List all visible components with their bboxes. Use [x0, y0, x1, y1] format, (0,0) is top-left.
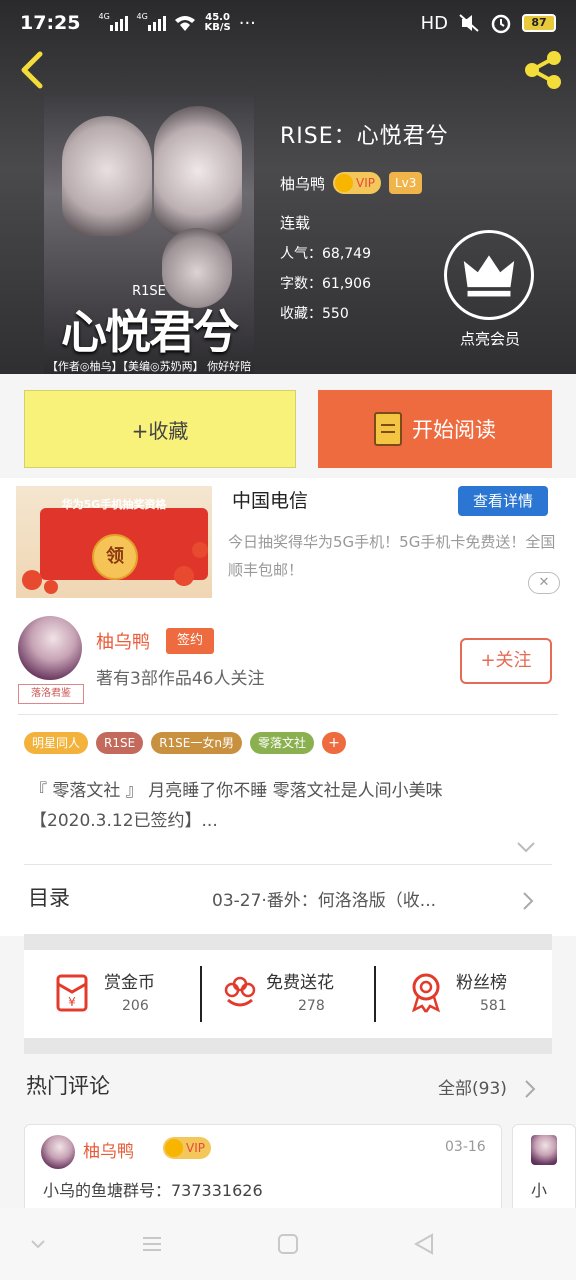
stat-label: 赏金币	[104, 973, 155, 993]
book-author[interactable]: 柚乌鸭	[280, 173, 325, 194]
author-name[interactable]: 柚乌鸭	[96, 628, 150, 654]
book-favorites: 收藏：550	[280, 306, 349, 322]
stat-reward-coins[interactable]: ¥ 赏金币 206	[50, 964, 200, 1024]
ad-image-text: 华为5G手机抽奖资格	[61, 498, 167, 511]
book-cover[interactable]: R1SE 心悦君兮 【作者◎柚乌】【美编◎苏奶两】 你好好陪她，我四海为家	[44, 96, 254, 374]
system-nav-bar	[0, 1208, 576, 1280]
mute-icon	[459, 14, 479, 32]
level-badge: Lv3	[389, 172, 423, 194]
member-crown-button[interactable]	[444, 230, 534, 320]
book-popularity: 人气：68,749	[280, 246, 371, 262]
tag-list: 明星同人 R1SE R1SE一女n男 零落文社 +	[24, 732, 346, 754]
tag-item[interactable]: R1SE一女n男	[151, 732, 242, 754]
book-header: 17:25 4G 4G 45.0 KB/S ··· HD 87 R1SE 心悦君兮…	[0, 0, 576, 374]
avatar-tag: 落洛君鉴	[18, 684, 84, 704]
flower-decoration	[22, 570, 42, 590]
status-bar: 17:25 4G 4G 45.0 KB/S ··· HD 87	[0, 0, 576, 46]
stat-label: 免费送花	[266, 973, 334, 993]
author-section: 落洛君鉴 柚乌鸭 签约 著有3部作品46人关注 +关注 明星同人 R1SE R1…	[0, 606, 576, 936]
ad-detail-button[interactable]: 查看详情	[458, 486, 548, 516]
alarm-icon	[491, 14, 511, 34]
ad-close-button[interactable]: ✕	[528, 572, 560, 594]
crown-icon	[165, 1139, 183, 1157]
more-status-icon: ···	[238, 12, 256, 34]
signal-icon-2: 4G	[136, 12, 167, 31]
flower-decoration	[192, 542, 208, 558]
flower-decoration	[174, 566, 194, 586]
stat-value: 206	[122, 998, 149, 1014]
divider	[374, 966, 376, 1022]
flower-decoration	[44, 580, 58, 594]
all-comments-link[interactable]: 全部(93)	[438, 1074, 507, 1099]
ad-image[interactable]: 华为5G手机抽奖资格 领	[16, 486, 212, 598]
chevron-right-icon[interactable]	[522, 1078, 538, 1100]
commenter-avatar[interactable]	[41, 1135, 75, 1169]
follow-button[interactable]: +关注	[460, 638, 552, 684]
divider	[200, 966, 202, 1022]
ad-description: 今日抽奖得华为5G手机！5G手机卡免费送！全国顺丰包邮！	[228, 533, 556, 579]
battery-indicator: 87	[522, 14, 556, 32]
home-icon[interactable]	[274, 1230, 302, 1258]
vip-badge: VIP	[163, 1137, 211, 1159]
more-tags-button[interactable]: +	[321, 732, 346, 754]
chevron-down-icon[interactable]	[516, 840, 536, 854]
stats-row: ¥ 赏金币 206 免费送花 278 粉丝榜 581	[24, 950, 552, 1038]
divider	[18, 714, 558, 715]
book-word-count: 字数：61,906	[280, 276, 371, 292]
crown-icon	[335, 174, 354, 192]
toc-label[interactable]: 目录	[28, 882, 70, 912]
comment-text-peek: 小	[531, 1181, 548, 1200]
favorite-button[interactable]: +收藏	[24, 390, 296, 468]
start-reading-button[interactable]: 开始阅读	[318, 390, 552, 468]
back-button[interactable]	[14, 48, 50, 92]
comments-title: 热门评论	[26, 1074, 110, 1098]
chevron-down-icon[interactable]	[24, 1230, 52, 1258]
back-icon[interactable]	[410, 1230, 438, 1258]
section-gap	[24, 934, 552, 950]
tag-item[interactable]: R1SE	[96, 732, 144, 754]
commenter-avatar	[531, 1135, 557, 1165]
book-icon	[374, 412, 402, 446]
red-envelope-icon: ¥	[56, 974, 88, 1012]
author-avatar[interactable]	[18, 616, 82, 680]
book-status: 连载	[280, 214, 311, 232]
tag-item[interactable]: 明星同人	[24, 732, 89, 754]
comment-text: 小乌的鱼塘群号：737331626	[43, 1181, 263, 1200]
book-title: RISE：心悦君兮	[280, 124, 449, 149]
comment-date: 03-16	[445, 1139, 486, 1155]
ad-coin: 领	[92, 534, 138, 580]
signal-icon: 4G	[98, 12, 129, 31]
flower-icon	[224, 976, 256, 1007]
section-gap	[24, 1038, 552, 1054]
cover-caption: 【作者◎柚乌】【美编◎苏奶两】 你好好陪她，我四海为家	[46, 360, 252, 373]
vip-badge: VIP	[333, 172, 381, 194]
member-label[interactable]: 点亮会员	[440, 328, 540, 349]
stat-fan-ranking[interactable]: 粉丝榜 581	[404, 964, 544, 1024]
share-button[interactable]	[520, 48, 568, 92]
stat-value: 581	[480, 998, 507, 1014]
chevron-right-icon[interactable]	[520, 890, 536, 912]
status-time: 17:25	[20, 12, 81, 34]
ad-brand: 中国电信	[232, 490, 309, 512]
svg-text:¥: ¥	[68, 995, 76, 1009]
divider	[24, 864, 552, 865]
hd-indicator: HD	[420, 12, 448, 34]
network-speed: 45.0 KB/S	[204, 12, 231, 33]
book-intro[interactable]: 『 零落文社 』 月亮睡了你不睡 零落文社是人间小美味 【2020.3.12已签…	[30, 776, 550, 836]
ad-banner[interactable]: 华为5G手机抽奖资格 领 中国电信 查看详情 今日抽奖得华为5G手机！5G手机卡…	[0, 478, 576, 606]
toc-latest-chapter[interactable]: 03-27·番外：何洛洛版（收...	[212, 886, 508, 911]
medal-icon	[411, 973, 441, 1013]
cover-title: 心悦君兮	[61, 305, 239, 359]
wifi-icon	[175, 16, 196, 31]
signed-badge: 签约	[166, 628, 214, 654]
menu-icon[interactable]	[138, 1230, 166, 1258]
stat-value: 278	[298, 998, 325, 1014]
commenter-name[interactable]: 柚乌鸭	[83, 1137, 134, 1162]
tag-item[interactable]: 零落文社	[249, 732, 314, 754]
stat-free-flowers[interactable]: 免费送花 278	[218, 964, 388, 1024]
book-info: RISE：心悦君兮 柚乌鸭 VIP Lv3 连载 人气：68,749 字数：61…	[280, 118, 449, 323]
stat-label: 粉丝榜	[456, 973, 507, 993]
author-meta: 著有3部作品46人关注	[96, 669, 265, 689]
